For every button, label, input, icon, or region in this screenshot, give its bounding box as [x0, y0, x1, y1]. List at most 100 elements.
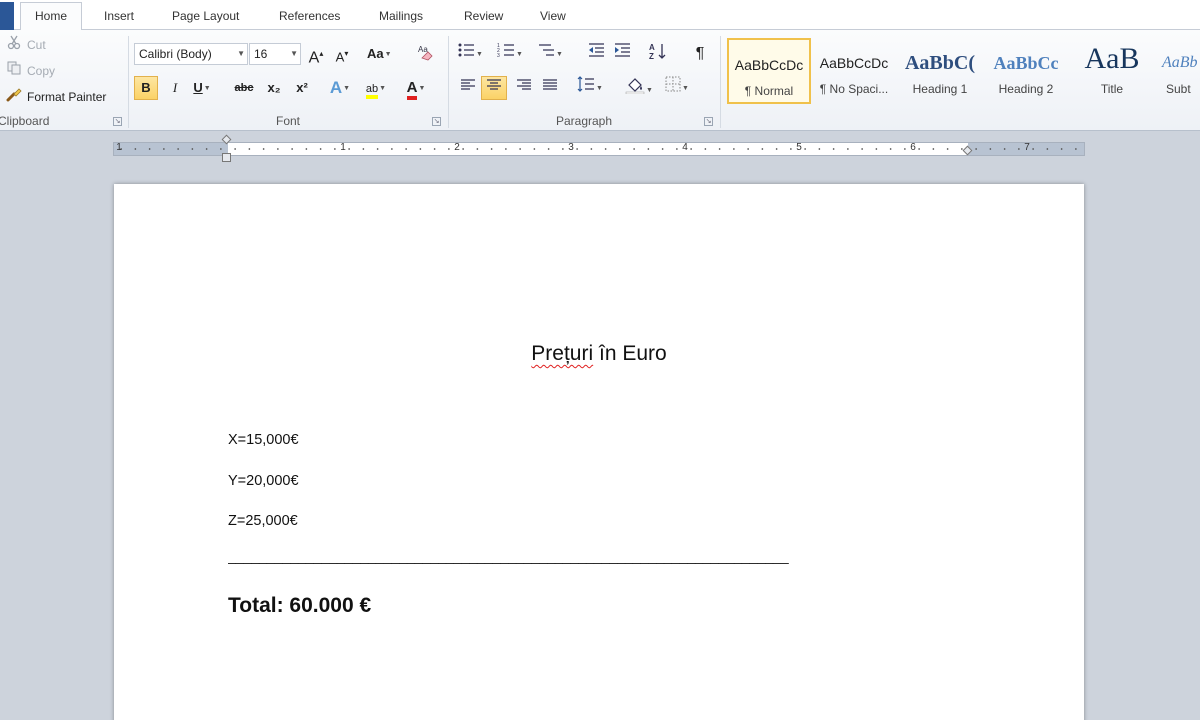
- shading-button[interactable]: ▼: [625, 76, 653, 100]
- font-launcher-icon[interactable]: ↘: [432, 117, 441, 126]
- subscript-button[interactable]: x₂: [263, 76, 285, 100]
- tab-review[interactable]: Review: [460, 5, 507, 30]
- bullets-button[interactable]: ▼: [457, 42, 483, 66]
- text-effects-icon: A: [329, 78, 343, 97]
- decrease-indent-button[interactable]: [585, 42, 607, 66]
- style-sample: AaBbCcDc: [819, 55, 889, 71]
- superscript-button[interactable]: x²: [291, 76, 313, 100]
- align-center-icon: [486, 79, 502, 95]
- bullet-list-icon: [457, 43, 475, 61]
- shrink-font-button[interactable]: A▾: [331, 42, 353, 66]
- tab-insert[interactable]: Insert: [100, 5, 138, 30]
- tab-references[interactable]: References: [275, 5, 344, 30]
- scissors-icon: [6, 34, 22, 56]
- ribbon-tab-bar: Home Insert Page Layout References Maili…: [0, 0, 1200, 31]
- sort-az-icon: AZ: [648, 43, 668, 63]
- separator-line[interactable]: ________________________________________…: [228, 548, 944, 564]
- horizontal-ruler[interactable]: 1 1 2 3 4 5 6 7: [113, 142, 1085, 156]
- ruler-number: 1: [340, 142, 346, 153]
- copy-icon: [6, 60, 22, 82]
- paintbrush-icon: [6, 86, 22, 108]
- clipboard-group: Cut Copy Format Painter Clipboard ↘: [0, 30, 128, 131]
- font-color-button[interactable]: A▼: [405, 76, 427, 100]
- file-tab[interactable]: [0, 2, 14, 30]
- document-page[interactable]: Prețuri în Euro X=15,000€ Y=20,000€ Z=25…: [114, 184, 1084, 720]
- increase-indent-button[interactable]: [611, 42, 633, 66]
- italic-button[interactable]: I: [164, 76, 186, 100]
- svg-text:3: 3: [497, 53, 500, 58]
- multilevel-list-button[interactable]: ▼: [537, 42, 563, 66]
- strikethrough-button[interactable]: abc: [233, 76, 255, 100]
- style-subtitle[interactable]: AaBb Subt: [1156, 38, 1200, 104]
- borders-button[interactable]: ▼: [665, 76, 689, 100]
- highlighter-icon: ab: [365, 83, 379, 99]
- format-painter-button[interactable]: Format Painter: [6, 87, 106, 107]
- style-normal[interactable]: AaBbCcDc ¶ Normal: [727, 38, 811, 104]
- copy-button[interactable]: Copy: [6, 61, 55, 81]
- style-sample: AaBbCc: [993, 53, 1059, 73]
- font-size-value: 16: [254, 47, 268, 61]
- svg-text:A: A: [649, 43, 655, 52]
- style-name: Title: [1100, 82, 1124, 96]
- style-name: Subt: [1166, 82, 1191, 96]
- cut-button[interactable]: Cut: [6, 35, 46, 55]
- ruler-number: 7: [1024, 142, 1030, 153]
- increase-indent-icon: [613, 43, 631, 61]
- tab-mailings[interactable]: Mailings: [375, 5, 427, 30]
- left-indent-handle[interactable]: [222, 153, 231, 162]
- font-size-dropdown[interactable]: 16 ▼: [249, 43, 301, 65]
- price-line-y[interactable]: Y=20,000€: [228, 473, 299, 489]
- sort-button[interactable]: AZ: [647, 42, 669, 66]
- total-line[interactable]: Total: 60.000 €: [228, 594, 371, 618]
- tab-view[interactable]: View: [536, 5, 570, 30]
- highlight-button[interactable]: ab▼: [365, 76, 387, 100]
- ruler-ticks: [114, 148, 1084, 150]
- align-center-button[interactable]: [481, 76, 507, 100]
- bold-button[interactable]: B: [134, 76, 158, 100]
- underline-button[interactable]: U▼: [191, 76, 213, 100]
- group-divider: [720, 36, 721, 128]
- clear-formatting-button[interactable]: Aa: [415, 42, 437, 66]
- ruler-number: 4: [682, 142, 688, 153]
- paragraph-group: ▼ 1 2 3 ▼ ▼ AZ ¶ ▼ ▼ ▼ Paragraph ↘: [449, 30, 719, 131]
- tab-home[interactable]: Home: [20, 2, 83, 31]
- grow-font-button[interactable]: A▴: [305, 42, 327, 66]
- border-grid-icon: [665, 76, 681, 95]
- numbering-button[interactable]: 1 2 3 ▼: [497, 42, 523, 66]
- show-hide-marks-button[interactable]: ¶: [689, 42, 711, 66]
- price-line-x[interactable]: X=15,000€: [228, 432, 299, 448]
- style-heading-2[interactable]: AaBbCc Heading 2: [984, 38, 1068, 104]
- multilevel-list-icon: [537, 44, 555, 61]
- ribbon: Cut Copy Format Painter Clipboard ↘ Cali…: [0, 30, 1200, 131]
- price-line-z[interactable]: Z=25,000€: [228, 513, 298, 529]
- justify-button[interactable]: [539, 76, 561, 100]
- align-right-button[interactable]: [513, 76, 535, 100]
- numbered-list-icon: 123: [497, 43, 515, 61]
- style-heading-1[interactable]: AaBbC( Heading 1: [898, 38, 982, 104]
- ruler-number: 1: [116, 142, 122, 153]
- ruler-number: 3: [568, 142, 574, 153]
- chevron-down-icon: ▼: [290, 49, 298, 58]
- align-left-button[interactable]: [457, 76, 479, 100]
- style-no-spacing[interactable]: AaBbCcDc ¶ No Spaci...: [812, 38, 896, 104]
- styles-gallery: AaBbCcDc ¶ Normal AaBbCcDc ¶ No Spaci...…: [724, 34, 1200, 108]
- paragraph-launcher-icon[interactable]: ↘: [704, 117, 713, 126]
- align-left-icon: [460, 79, 476, 95]
- clipboard-launcher-icon[interactable]: ↘: [113, 117, 122, 126]
- style-sample: AaBbCcDc: [734, 57, 804, 73]
- svg-text:Z: Z: [649, 52, 654, 60]
- line-spacing-button[interactable]: ▼: [577, 76, 603, 100]
- paragraph-group-label: Paragraph: [555, 114, 613, 128]
- misspelled-word[interactable]: Prețuri: [531, 342, 593, 365]
- document-title[interactable]: Prețuri în Euro: [114, 342, 1084, 366]
- change-case-button[interactable]: Aa▼: [367, 42, 392, 66]
- tab-page-layout[interactable]: Page Layout: [168, 5, 243, 30]
- title-rest: în Euro: [593, 342, 667, 365]
- ruler-number: 2: [454, 142, 460, 153]
- style-title[interactable]: AaB Title: [1070, 38, 1154, 104]
- font-family-dropdown[interactable]: Calibri (Body) ▼: [134, 43, 248, 65]
- style-sample: AaBb: [1162, 54, 1198, 71]
- copy-label: Copy: [27, 64, 56, 78]
- text-effects-button[interactable]: A▼: [329, 76, 351, 100]
- paint-bucket-icon: [625, 78, 645, 97]
